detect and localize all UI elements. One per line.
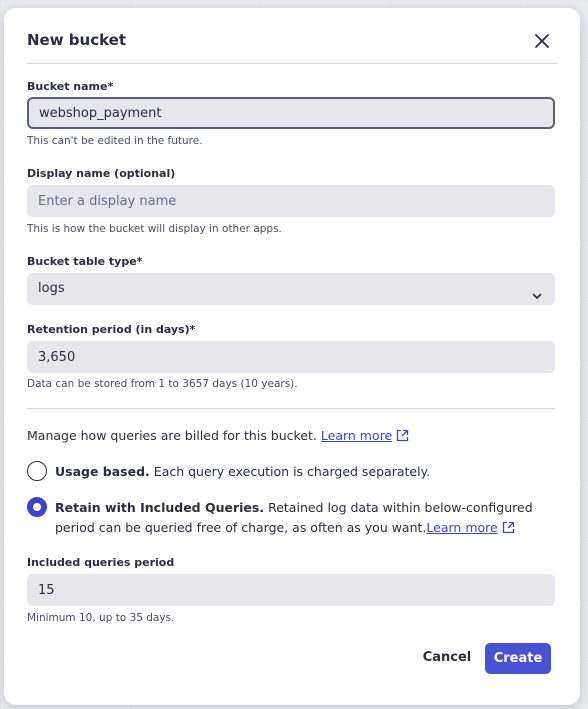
retain-included-text: Retain with Included Queries. Retained l… [55,498,560,538]
chevron-down-icon [531,283,543,299]
billing-description-text: Manage how queries are billed for this b… [27,428,317,443]
bucket-name-hint: This can't be edited in the future. [27,135,203,147]
retain-included-title: Retain with Included Queries. [55,500,265,515]
table-type-value: logs [38,281,65,296]
table-type-label: Bucket table type* [27,255,143,268]
usage-based-text: Usage based. Each query execution is cha… [55,462,430,482]
bucket-name-label: Bucket name* [27,80,114,93]
retain-included-radio[interactable] [27,497,47,517]
table-type-select[interactable]: logs [27,273,555,305]
included-period-input[interactable] [27,574,555,606]
included-period-label: Included queries period [27,556,175,569]
billing-option-retain[interactable]: Retain with Included Queries. Retained l… [27,497,557,541]
billing-description: Manage how queries are billed for this b… [27,428,409,443]
retention-hint: Data can be stored from 1 to 3657 days (… [27,378,298,390]
included-period-hint: Minimum 10, up to 35 days. [27,612,175,624]
dialog-title: New bucket [27,31,127,49]
dialog-header: New bucket [27,28,557,64]
retention-label: Retention period (in days)* [27,323,196,336]
bucket-name-input[interactable] [27,97,555,129]
create-button[interactable]: Create [485,643,551,674]
display-name-hint: This is how the bucket will display in o… [27,223,282,235]
retention-input[interactable] [27,341,555,373]
billing-option-usage[interactable]: Usage based. Each query execution is cha… [27,461,557,483]
close-icon[interactable] [531,30,553,52]
external-link-icon[interactable] [396,429,409,442]
retain-learn-more-link[interactable]: Learn more [426,520,497,535]
display-name-input[interactable] [27,185,555,217]
new-bucket-dialog: New bucket Bucket name* This can't be ed… [4,8,580,705]
usage-based-radio[interactable] [27,461,47,481]
usage-based-desc: Each query execution is charged separate… [153,464,431,479]
learn-more-link[interactable]: Learn more [321,428,392,443]
section-divider [27,408,555,409]
display-name-label: Display name (optional) [27,167,176,180]
external-link-icon[interactable] [502,520,515,534]
usage-based-title: Usage based. [55,464,150,479]
cancel-button[interactable]: Cancel [416,642,478,672]
